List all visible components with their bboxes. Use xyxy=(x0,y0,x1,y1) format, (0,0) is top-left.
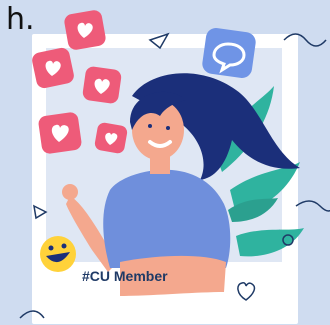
heart-icon xyxy=(38,112,82,154)
chat-bubble-icon xyxy=(202,28,256,78)
illustration-scene: h. #CU Member xyxy=(0,0,330,325)
heart-icon xyxy=(82,66,122,104)
heart-icon xyxy=(64,10,106,50)
heart-icon xyxy=(94,122,128,154)
smiley-emoji-icon xyxy=(40,236,76,272)
cropped-heading-text: h. xyxy=(6,2,35,37)
member-tag-label: #CU Member xyxy=(82,268,168,284)
